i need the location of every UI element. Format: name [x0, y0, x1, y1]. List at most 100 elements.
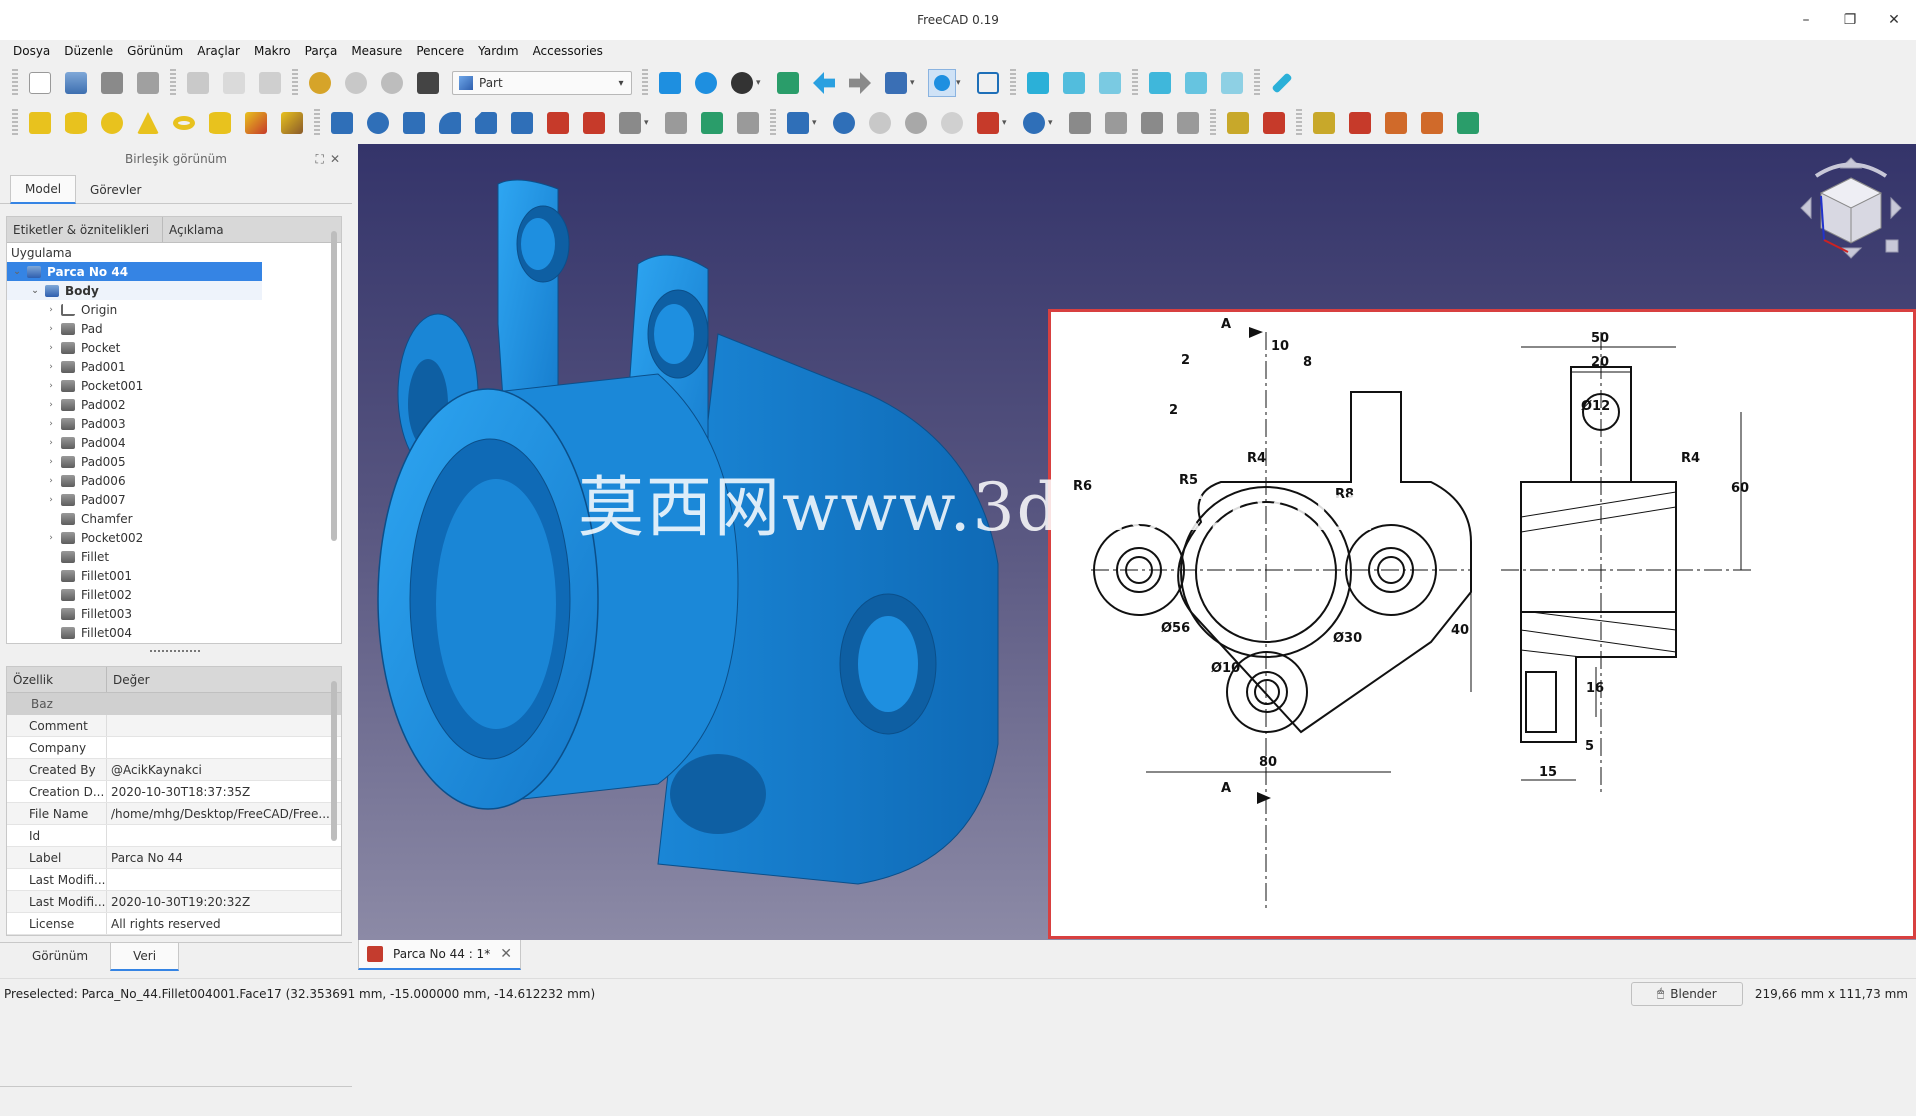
menu-tools[interactable]: Araçlar [190, 44, 247, 58]
save-as-icon[interactable] [134, 69, 162, 97]
3d-view[interactable]: A 10 2 8 2 R6 R5 R4 R8 Ø56 Ø30 Ø10 80 40… [358, 144, 1916, 940]
chevron-right-icon[interactable]: › [45, 400, 57, 410]
defeaturing-icon[interactable] [1138, 109, 1166, 137]
tree-item[interactable]: › Pad007 [7, 490, 341, 509]
property-value[interactable]: @AcikKaynakci [107, 763, 341, 777]
property-row[interactable]: Creation D... 2020-10-30T18:37:35Z [7, 781, 341, 803]
chevron-down-icon[interactable]: ⌄ [11, 267, 23, 277]
navigation-cube[interactable] [1786, 148, 1916, 278]
new-file-icon[interactable] [26, 69, 54, 97]
tab-tasks[interactable]: Görevler [76, 177, 155, 203]
chevron-right-icon[interactable]: › [45, 495, 57, 505]
menu-file[interactable]: Dosya [6, 44, 57, 58]
chevron-right-icon[interactable]: › [45, 438, 57, 448]
chevron-down-icon[interactable]: ▾ [956, 78, 966, 88]
menu-accessories[interactable]: Accessories [526, 44, 610, 58]
property-row[interactable]: Created By @AcikKaynakci [7, 759, 341, 781]
left-view-icon[interactable] [1218, 69, 1246, 97]
workbench-selector[interactable]: Part ▾ [452, 71, 632, 95]
chevron-right-icon[interactable]: › [45, 419, 57, 429]
fuse-icon[interactable] [902, 109, 930, 137]
property-value[interactable]: /home/mhg/Desktop/FreeCAD/Free... [107, 807, 341, 821]
tree-item[interactable]: › Pad004 [7, 433, 341, 452]
primitives-icon[interactable] [242, 109, 270, 137]
measure-clear-icon[interactable] [1346, 109, 1374, 137]
split-icon[interactable] [1020, 109, 1048, 137]
toolbar-grip[interactable] [12, 69, 18, 97]
torus-icon[interactable] [170, 109, 198, 137]
bottom-view-icon[interactable] [1182, 69, 1210, 97]
fillet-icon[interactable] [436, 109, 464, 137]
measure-angular-icon[interactable] [1260, 109, 1288, 137]
scrollbar-thumb[interactable] [331, 681, 337, 841]
rear-view-icon[interactable] [1146, 69, 1174, 97]
chevron-down-icon[interactable]: ▾ [644, 118, 654, 128]
join-icon[interactable] [974, 109, 1002, 137]
tree-item[interactable]: Chamfer [7, 509, 341, 528]
menu-macro[interactable]: Makro [247, 44, 298, 58]
tree-header-description[interactable]: Açıklama [163, 217, 224, 242]
chevron-right-icon[interactable]: › [45, 476, 57, 486]
measure-refresh-icon[interactable] [1310, 109, 1338, 137]
close-icon[interactable]: ✕ [330, 152, 340, 167]
measure-linear-icon[interactable] [1224, 109, 1252, 137]
tree-item[interactable]: › Pad [7, 319, 341, 338]
cut-bool-icon[interactable] [866, 109, 894, 137]
fit-all-icon[interactable] [656, 69, 684, 97]
property-header-name[interactable]: Özellik [7, 667, 107, 692]
measure-icon[interactable] [1268, 69, 1296, 97]
loft-icon[interactable] [580, 109, 608, 137]
attachment-icon[interactable] [1174, 109, 1202, 137]
sphere-icon[interactable] [98, 109, 126, 137]
tree-item[interactable]: Fillet [7, 547, 341, 566]
ruled-surface-icon[interactable] [544, 109, 572, 137]
property-scrollbar[interactable] [329, 669, 339, 935]
menu-measure[interactable]: Measure [344, 44, 409, 58]
menu-part[interactable]: Parça [298, 44, 345, 58]
bounding-box-icon[interactable] [774, 69, 802, 97]
tab-data[interactable]: Veri [110, 943, 180, 971]
tree-item[interactable]: › Pocket002 [7, 528, 341, 547]
fit-selection-icon[interactable] [692, 69, 720, 97]
back-arrow-icon[interactable] [810, 69, 838, 97]
undo-icon[interactable] [306, 69, 334, 97]
tree-item[interactable]: › Pad005 [7, 452, 341, 471]
save-icon[interactable] [98, 69, 126, 97]
thickness-icon[interactable] [784, 109, 812, 137]
property-row[interactable]: Last Modifi... [7, 869, 341, 891]
tree-item[interactable]: › Pocket [7, 338, 341, 357]
copy-icon[interactable] [220, 69, 248, 97]
property-value[interactable]: Parca No 44 [107, 851, 341, 865]
cone-icon[interactable] [134, 109, 162, 137]
tree-header-labels[interactable]: Etiketler & öznitelikleri [7, 217, 163, 242]
draw-style-icon[interactable] [728, 69, 756, 97]
tree-body[interactable]: ⌄ Body [7, 281, 262, 300]
std-views-icon[interactable] [882, 69, 910, 97]
chevron-right-icon[interactable]: › [45, 381, 57, 391]
make-face-icon[interactable] [508, 109, 536, 137]
tree-item[interactable]: › Pad002 [7, 395, 341, 414]
chevron-down-icon[interactable]: ▾ [756, 78, 766, 88]
chevron-down-icon[interactable]: ▾ [910, 78, 920, 88]
right-view-icon[interactable] [1096, 69, 1124, 97]
property-value[interactable]: 2020-10-30T19:20:32Z [107, 895, 341, 909]
section-icon[interactable] [662, 109, 690, 137]
menu-window[interactable]: Pencere [409, 44, 471, 58]
tree-document[interactable]: ⌄ Parca No 44 [7, 262, 262, 281]
close-icon[interactable]: ✕ [500, 946, 512, 962]
redo-icon[interactable] [342, 69, 370, 97]
property-group[interactable]: Baz [7, 693, 341, 715]
common-icon[interactable] [938, 109, 966, 137]
tree-item[interactable]: › Pad003 [7, 414, 341, 433]
property-row[interactable]: License All rights reserved [7, 913, 341, 935]
tree-item[interactable]: › Pad006 [7, 471, 341, 490]
chevron-right-icon[interactable]: › [45, 343, 57, 353]
check-geometry-icon[interactable] [1102, 109, 1130, 137]
tube-icon[interactable] [206, 109, 234, 137]
scrollbar-thumb[interactable] [331, 231, 337, 541]
undock-icon[interactable]: ⛶ [316, 152, 324, 167]
front-view-icon[interactable] [1024, 69, 1052, 97]
property-row[interactable]: Id [7, 825, 341, 847]
top-view-icon[interactable] [1060, 69, 1088, 97]
document-tab[interactable]: Parca No 44 : 1* ✕ [358, 940, 521, 970]
